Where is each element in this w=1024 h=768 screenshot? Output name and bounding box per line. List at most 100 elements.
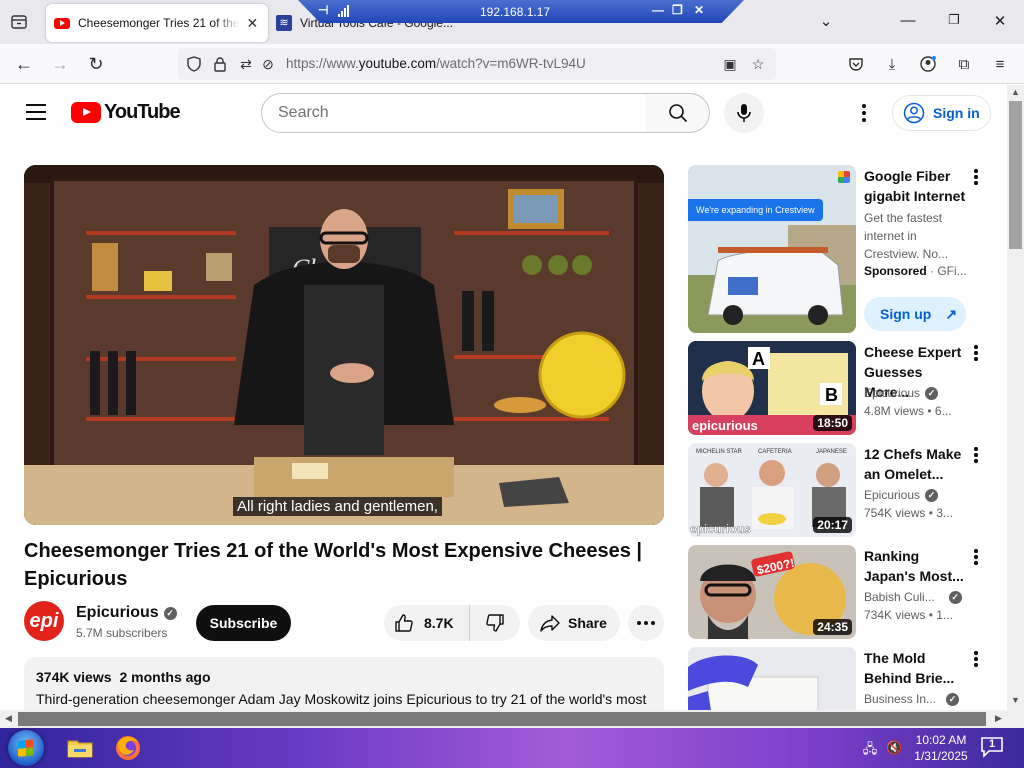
firefox-button[interactable] (112, 732, 144, 764)
rec-more-icon[interactable] (966, 445, 986, 465)
pocket-icon[interactable] (846, 54, 866, 74)
url-text[interactable]: https://www.youtube.com/watch?v=m6WR-tvL… (286, 56, 586, 71)
search-button[interactable] (646, 93, 710, 133)
notifications-button[interactable]: 1 (980, 736, 1006, 760)
rec-thumbnail[interactable] (688, 647, 856, 710)
channel-name[interactable]: Epicurious ✓ (76, 604, 177, 622)
reader-view-icon[interactable]: ▣ (722, 56, 738, 72)
ad-sponsored-line: Sponsored · GFi... (864, 264, 967, 278)
guide-menu-icon[interactable] (26, 104, 46, 120)
account-icon[interactable] (918, 54, 938, 74)
search-input[interactable] (278, 104, 608, 122)
windows-taskbar: 🖧 🔇 10:02 AM 1/31/2025 1 (0, 728, 1024, 768)
tab-close-icon[interactable]: ✕ (245, 15, 260, 32)
tab-list-button[interactable] (6, 10, 32, 34)
rec-image (688, 647, 856, 710)
tab-title: Cheesemonger Tries 21 of the World's Mos… (78, 16, 239, 30)
lock-icon[interactable] (212, 56, 228, 72)
volume-muted-icon[interactable]: 🔇 (886, 740, 902, 756)
verified-check-icon: ✓ (925, 488, 939, 502)
rec-thumbnail[interactable]: MICHELIN STAR CAFETERIA JAPANESE epicuri… (688, 443, 856, 537)
rec-channel[interactable]: Babish Culi... ✓ (864, 590, 962, 604)
tracking-blocked-icon[interactable]: ⊘ (260, 56, 276, 72)
forward-arrow-icon[interactable]: → (48, 52, 72, 76)
rec-title[interactable]: Ranking Japan's Most... (864, 546, 970, 586)
clock-date: 1/31/2025 (914, 749, 968, 763)
svg-text:CAFETERIA: CAFETERIA (758, 449, 792, 455)
remote-restore-icon[interactable]: ❐ (672, 3, 683, 17)
rec-more-icon[interactable] (966, 649, 986, 669)
video-player[interactable]: Chees (24, 165, 664, 525)
scroll-down-arrow-icon[interactable]: ▼ (1007, 695, 1024, 705)
rec-more-icon[interactable] (966, 343, 986, 363)
rec-title[interactable]: 12 Chefs Make an Omelet... (864, 444, 970, 484)
rec-thumbnail[interactable]: $200?! 24:35 (688, 545, 856, 639)
sign-in-button[interactable]: Sign in (892, 95, 991, 131)
rec-channel[interactable]: Business In... ✓ (864, 692, 960, 706)
channel-name-text: Epicurious (76, 604, 159, 621)
window-minimize-icon[interactable]: — (898, 12, 918, 29)
rec-channel[interactable]: Epicurious ✓ (864, 386, 939, 400)
google-fiber-logo-icon (838, 171, 850, 183)
ad-title[interactable]: Google Fiber gigabit Internet (864, 166, 974, 206)
settings-more-icon[interactable] (852, 101, 876, 125)
ad-sign-up-button[interactable]: Sign up ↗ (864, 297, 966, 331)
svg-text:JAPANESE: JAPANESE (816, 449, 847, 455)
horizontal-scroll-thumb[interactable] (18, 712, 986, 726)
subscribe-button[interactable]: Subscribe (196, 605, 291, 641)
rec-channel[interactable]: Epicurious ✓ (864, 488, 939, 502)
dislike-button[interactable] (470, 605, 520, 641)
back-arrow-icon[interactable]: ← (12, 52, 36, 76)
channel-avatar[interactable]: epi (24, 601, 64, 641)
tab-overflow-chevron-icon[interactable]: ⌄ (816, 12, 836, 30)
permissions-icon[interactable]: ⇄ (238, 56, 254, 72)
pin-icon[interactable]: ⊣ (318, 3, 328, 17)
scroll-right-arrow-icon[interactable]: ▶ (990, 713, 1007, 724)
remote-close-icon[interactable]: ✕ (694, 3, 704, 17)
address-bar[interactable]: ⇄ ⊘ https://www.youtube.com/watch?v=m6WR… (178, 48, 776, 80)
voice-search-button[interactable] (724, 93, 764, 133)
extensions-icon[interactable]: ⧉ (954, 54, 974, 74)
clock-time: 10:02 AM (915, 733, 967, 747)
video-caption: All right ladies and gentlemen, (233, 497, 442, 516)
menu-hamburger-icon[interactable]: ≡ (990, 54, 1010, 74)
ad-banner: We're expanding in Crestview (688, 199, 823, 221)
youtube-logo-icon (71, 102, 101, 123)
scroll-left-arrow-icon[interactable]: ◀ (0, 713, 17, 724)
remote-ip: 192.168.1.17 (480, 5, 551, 19)
remote-minimize-icon[interactable]: — (652, 3, 664, 17)
rec-title[interactable]: The Mold Behind Brie... (864, 648, 970, 688)
downloads-icon[interactable]: ⤓ (882, 54, 902, 74)
window-close-icon[interactable]: ✕ (990, 12, 1010, 30)
upload-age: 2 months ago (119, 669, 211, 685)
firefox-icon (116, 736, 140, 760)
search-box[interactable] (261, 93, 647, 133)
vertical-scroll-thumb[interactable] (1009, 101, 1022, 249)
rec-thumbnail[interactable]: A B epicurious 18:50 (688, 341, 856, 435)
ad-thumbnail[interactable]: We're expanding in Crestview (688, 165, 856, 333)
horizontal-scrollbar[interactable]: ◀ ▶ (0, 710, 1024, 728)
search-icon (668, 104, 687, 123)
network-icon[interactable]: 🖧 (862, 740, 878, 756)
vertical-scrollbar[interactable]: ▲ ▼ (1007, 85, 1024, 710)
video-duration: 18:50 (813, 415, 852, 431)
like-button[interactable]: 8.7K (384, 605, 470, 641)
share-button[interactable]: Share (528, 605, 620, 641)
shield-icon[interactable] (186, 56, 202, 72)
youtube-page: YouTube Sign in Chees (0, 85, 1007, 710)
ad-more-icon[interactable] (966, 167, 986, 187)
start-button[interactable] (8, 730, 44, 766)
rec-more-icon[interactable] (966, 547, 986, 567)
window-restore-icon[interactable]: ❐ (944, 12, 964, 28)
more-actions-icon[interactable] (628, 605, 664, 641)
scroll-up-arrow-icon[interactable]: ▲ (1007, 87, 1024, 97)
system-clock[interactable]: 10:02 AM 1/31/2025 (912, 732, 970, 764)
reload-icon[interactable]: ↻ (84, 52, 108, 76)
video-frame-image: Chees (24, 165, 664, 525)
tab-youtube[interactable]: Cheesemonger Tries 21 of the World's Mos… (46, 4, 268, 42)
verified-check-icon: ✓ (163, 606, 177, 620)
file-explorer-button[interactable] (64, 732, 96, 764)
description-box[interactable]: 374K views 2 months ago Third-generation … (24, 657, 664, 710)
bookmark-star-icon[interactable]: ☆ (750, 56, 766, 72)
youtube-logo[interactable]: YouTube (71, 101, 181, 124)
